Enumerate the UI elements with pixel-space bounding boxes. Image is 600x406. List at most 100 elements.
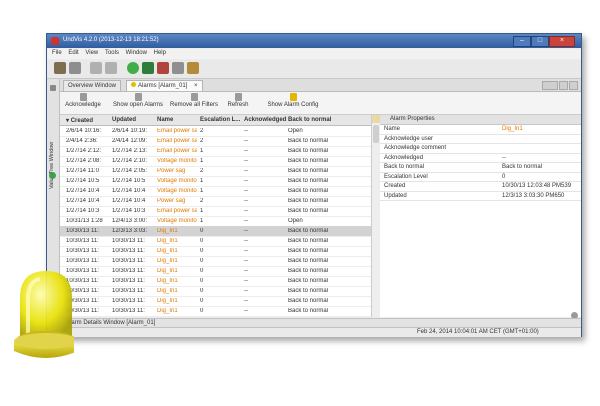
table-row[interactable]: 10/30/13 11: 10/30/13 11: Dig_In1 0 -- Back t… bbox=[60, 306, 371, 317]
menu-file[interactable]: File bbox=[52, 50, 62, 56]
tab-list-button[interactable] bbox=[559, 81, 568, 90]
table-cell: 1/27/14 10:5 bbox=[66, 178, 100, 184]
table-cell: 1/27/14 10:4 bbox=[66, 188, 100, 194]
table-cell: Voltage monito... bbox=[157, 188, 197, 194]
table-cell: 10/30/13 11: bbox=[66, 228, 99, 234]
pin-icon[interactable] bbox=[50, 85, 56, 91]
table-cell: Back to normal bbox=[288, 298, 329, 304]
col-acknowledged[interactable]: Acknowledged bbox=[244, 117, 286, 123]
table-cell: 0 bbox=[200, 288, 204, 294]
table-cell: Dig_In1 bbox=[157, 248, 178, 254]
col-escalation[interactable]: Escalation L... bbox=[200, 117, 240, 123]
table-cell: Power sag bbox=[157, 168, 186, 174]
table-cell: 0 bbox=[200, 258, 204, 264]
property-row[interactable]: Updated 12/3/13 3:03:30 PM650 bbox=[380, 192, 581, 201]
table-cell: 0 bbox=[200, 248, 204, 254]
table-cell: Back to normal bbox=[288, 288, 329, 294]
col-created[interactable]: ▾ Created bbox=[66, 117, 93, 124]
col-updated[interactable]: Updated bbox=[112, 117, 136, 123]
redo-icon[interactable] bbox=[105, 62, 117, 74]
menu-window[interactable]: Window bbox=[126, 50, 147, 56]
refresh-button[interactable]: Refresh bbox=[224, 93, 252, 108]
go-icon[interactable] bbox=[127, 62, 139, 74]
table-cell: 1 bbox=[200, 158, 204, 164]
close-button[interactable]: × bbox=[549, 36, 575, 47]
table-cell: 0 bbox=[200, 238, 204, 244]
show-alarm-config-button[interactable]: Show Alarm Config bbox=[266, 93, 320, 108]
toolbar bbox=[47, 60, 581, 79]
col-back-to-normal[interactable]: Back to normal bbox=[288, 117, 331, 123]
menu-edit[interactable]: Edit bbox=[68, 50, 78, 56]
table-cell: 10/30/13 11: bbox=[112, 248, 145, 254]
menu-help[interactable]: Help bbox=[154, 50, 166, 56]
table-cell: Dig_In1 bbox=[157, 278, 178, 284]
table-cell: 10/30/13 11: bbox=[112, 278, 145, 284]
table-cell: Open bbox=[288, 218, 303, 224]
alarm-bell-icon bbox=[131, 82, 136, 87]
user-icon[interactable] bbox=[187, 62, 199, 74]
refresh-action-icon bbox=[234, 93, 242, 101]
tab-scroll-button[interactable] bbox=[542, 81, 558, 90]
show-open-alarms-button[interactable]: Show open Alarms bbox=[112, 93, 164, 108]
table-cell: 10/31/13 1:28 bbox=[66, 218, 103, 224]
col-name[interactable]: Name bbox=[157, 117, 173, 123]
tab-overview[interactable]: Overview Window bbox=[63, 80, 122, 91]
table-cell: Dig_In1 bbox=[157, 238, 178, 244]
tab-close-icon[interactable]: × bbox=[194, 83, 198, 89]
title-bar[interactable]: UndVis 4.2.0 (2013-12-13 18:21:52) – □ × bbox=[47, 34, 581, 48]
app-icon bbox=[51, 37, 59, 45]
tools-icon[interactable] bbox=[172, 62, 184, 74]
property-row[interactable]: Escalation Level 0 bbox=[380, 173, 581, 182]
property-key: Acknowledged bbox=[384, 154, 424, 161]
table-cell: 1/27/14 2:08: bbox=[66, 158, 102, 164]
alarm-properties-panel: Alarm Properties Name Dig_In1 Acknowledge … bbox=[380, 115, 581, 319]
table-cell: Back to normal bbox=[288, 188, 329, 194]
property-row[interactable]: Back to normal Back to normal bbox=[380, 163, 581, 173]
maximize-button[interactable]: □ bbox=[531, 36, 549, 47]
tab-maximize-button[interactable] bbox=[569, 81, 578, 90]
table-cell: Email power sag bbox=[157, 138, 197, 144]
minimize-button[interactable]: – bbox=[513, 36, 531, 47]
table-cell: -- bbox=[244, 258, 248, 264]
show-open-alarms-icon bbox=[134, 93, 142, 101]
table-cell: 1 bbox=[200, 208, 204, 214]
status-datetime: Feb 24, 2014 10:04:01 AM CET (GMT+01:00) bbox=[417, 329, 539, 335]
chart-icon[interactable] bbox=[157, 62, 169, 74]
table-cell: 1/27/14 10:4 bbox=[112, 198, 146, 204]
undo-icon[interactable] bbox=[90, 62, 102, 74]
table-cell: 1/27/14 10:4 bbox=[112, 188, 146, 194]
tab-strip: Overview Window Alarms [Alarm_01] × bbox=[60, 79, 581, 92]
table-cell: Voltage monito... bbox=[157, 158, 197, 164]
property-row[interactable]: Name Dig_In1 bbox=[380, 125, 581, 135]
menu-tools[interactable]: Tools bbox=[105, 50, 119, 56]
property-key: Escalation Level bbox=[384, 173, 428, 180]
table-cell: -- bbox=[244, 188, 248, 194]
open-icon[interactable] bbox=[54, 62, 66, 74]
table-cell: 1/27/14 2:05: bbox=[112, 168, 148, 174]
table-cell: 10/30/13 11: bbox=[112, 308, 145, 314]
column-chooser-icon[interactable] bbox=[372, 115, 380, 123]
property-row[interactable]: Acknowledge comment bbox=[380, 144, 581, 154]
property-row[interactable]: Created 10/30/13 12:03:48 PM539 bbox=[380, 182, 581, 192]
property-value: Back to normal bbox=[502, 164, 543, 170]
table-cell: 1 bbox=[200, 218, 204, 224]
table-scrollbar[interactable] bbox=[371, 115, 380, 317]
table-cell: Back to normal bbox=[288, 138, 329, 144]
refresh-icon[interactable] bbox=[142, 62, 154, 74]
table-cell: Email power sag bbox=[157, 128, 197, 134]
table-cell: -- bbox=[244, 128, 248, 134]
table-cell: 12/4/13 3:00: bbox=[112, 218, 148, 224]
remove-filters-button[interactable]: Remove all Filters bbox=[168, 93, 220, 108]
table-cell: 1/27/14 10:3 bbox=[112, 208, 146, 214]
acknowledge-button[interactable]: Acknowledge bbox=[64, 93, 102, 108]
property-value: 10/30/13 12:03:48 PM539 bbox=[502, 183, 572, 189]
table-cell: Back to normal bbox=[288, 178, 329, 184]
menu-view[interactable]: View bbox=[85, 50, 98, 56]
property-row[interactable]: Acknowledge user bbox=[380, 135, 581, 144]
scroll-thumb[interactable] bbox=[373, 125, 379, 143]
property-row[interactable]: Acknowledged -- bbox=[380, 154, 581, 163]
table-cell: 2 bbox=[200, 168, 204, 174]
tab-alarms[interactable]: Alarms [Alarm_01] × bbox=[126, 80, 203, 91]
windows-icon[interactable] bbox=[69, 62, 81, 74]
table-cell: 10/30/13 11: bbox=[112, 268, 145, 274]
